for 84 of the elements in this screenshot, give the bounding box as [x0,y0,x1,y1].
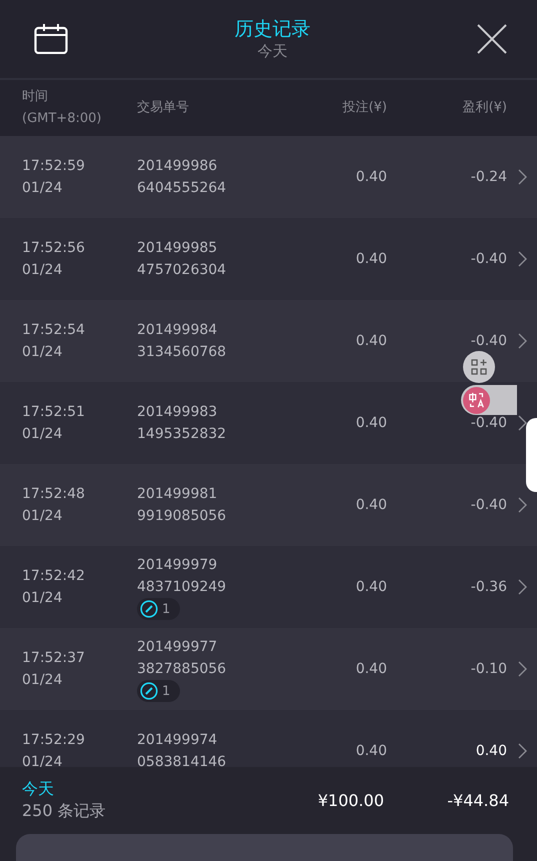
chevron-right-icon[interactable] [518,579,526,595]
record-row[interactable]: 17:52:56 01/24 201499985 4757026304 0.40 -0.40 [0,218,537,300]
stake-value: 0.40 [356,415,387,431]
order-number: 3134560768 [137,343,226,362]
close-icon[interactable] [477,24,507,54]
link-icon [140,600,158,618]
record-row[interactable]: 17:52:54 01/24 201499984 3134560768 0.40 -0.40 [0,300,537,382]
chevron-right-icon[interactable] [518,743,526,759]
column-header: 时间 [22,88,49,106]
link-icon [140,682,158,700]
order-number: 201499984 [137,321,218,340]
profit-value: -0.40 [470,415,507,431]
chevron-right-icon[interactable] [518,661,526,677]
column-header: 交易单号 [137,99,190,117]
column-header: 投注(¥) [342,99,387,117]
record-row[interactable]: 17:52:51 01/24 201499983 1495352832 0.40 -0.40 [0,382,537,464]
profit-value: -0.40 [470,333,507,349]
record-row[interactable]: 17:52:37 01/24 201499977 3827885056 1 0.40 -0.10 [0,628,537,710]
column-header: 盈利(¥) [462,99,507,117]
chevron-right-icon[interactable] [518,169,526,185]
profit-total: -¥44.84 [447,790,509,810]
order-number: 9919085056 [137,507,226,526]
time-text: 17:52:51 [22,403,85,422]
order-number: 4837109249 [137,578,226,597]
order-number: 201499985 [137,239,218,258]
record-row[interactable]: 17:52:59 01/24 201499986 6404555264 0.40 -0.24 [0,136,537,218]
link-badge: 1 [137,680,180,702]
time-text: 17:52:29 [22,731,85,750]
date-text: 01/24 [22,179,62,198]
order-number: 6404555264 [137,179,226,198]
date-range-label: 今天 [258,41,288,61]
profit-value: -0.40 [470,497,507,513]
grid-icon [471,359,487,375]
profit-value: -0.24 [470,169,507,185]
order-number: 3827885056 [137,660,226,679]
floating-translate-button[interactable] [461,385,517,415]
record-row[interactable]: 17:52:48 01/24 201499981 9919085056 0.40 -0.40 [0,464,537,546]
order-number: 201499983 [137,403,218,422]
stake-value: 0.40 [356,169,387,185]
calendar-icon[interactable] [34,24,68,54]
link-badge: 1 [137,598,180,620]
page-title: 历史记录 [234,17,310,41]
time-text: 17:52:48 [22,485,85,504]
stake-value: 0.40 [356,333,387,349]
order-number: 201499977 [137,638,218,657]
time-text: 17:52:37 [22,649,85,668]
stake-value: 0.40 [356,743,387,759]
profit-value: -0.10 [470,661,507,677]
order-number: 201499979 [137,556,218,575]
stake-value: 0.40 [356,579,387,595]
date-text: 01/24 [22,589,62,608]
chevron-right-icon[interactable] [518,497,526,513]
chevron-right-icon[interactable] [518,415,526,431]
time-text: 17:52:42 [22,567,85,586]
stake-total: ¥100.00 [318,790,384,810]
order-number: 4757026304 [137,261,226,280]
order-number: 0583814146 [137,753,226,767]
order-number: 201499981 [137,485,218,504]
date-text: 01/24 [22,343,62,362]
stake-value: 0.40 [356,251,387,267]
date-text: 01/24 [22,507,62,526]
stake-value: 0.40 [356,661,387,677]
order-number: 201499986 [137,157,218,176]
order-number: 1495352832 [137,425,226,444]
time-text: 17:52:56 [22,239,85,258]
profit-value: -0.36 [470,579,507,595]
stake-value: 0.40 [356,497,387,513]
translate-icon [463,386,490,414]
date-text: 01/24 [22,671,62,690]
chevron-right-icon[interactable] [518,251,526,267]
date-text: 01/24 [22,753,62,767]
record-row[interactable]: 17:52:42 01/24 201499979 4837109249 1 0.40 -0.36 [0,546,537,628]
order-number: 201499974 [137,731,218,750]
time-text: 17:52:54 [22,321,85,340]
chevron-right-icon[interactable] [518,333,526,349]
timezone-label: (GMT+8:00) [22,110,102,128]
record-count: 250 条记录 [22,800,106,822]
date-text: 01/24 [22,425,62,444]
record-row[interactable]: 17:52:29 01/24 201499974 0583814146 0.40 0.40 [0,710,537,767]
profit-value: -0.40 [470,251,507,267]
date-text: 01/24 [22,261,62,280]
period-label: 今天 [22,778,54,800]
time-text: 17:52:59 [22,157,85,176]
profit-value: 0.40 [476,743,507,759]
